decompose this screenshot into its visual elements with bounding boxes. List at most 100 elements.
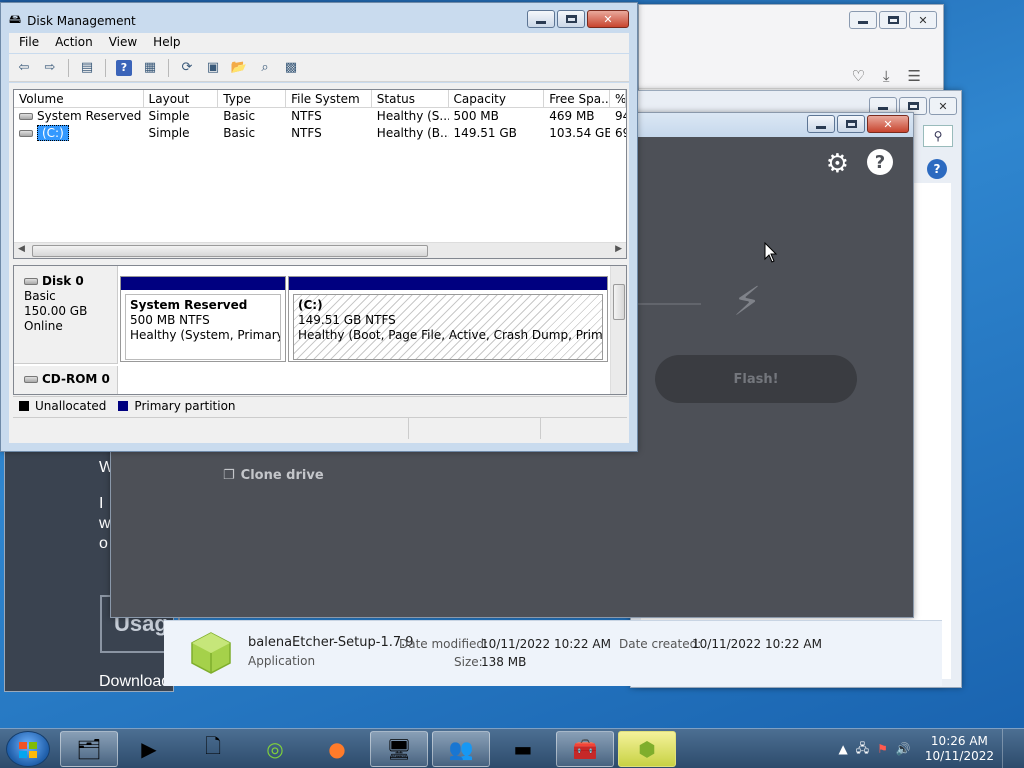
vertical-scrollbar[interactable] — [610, 266, 626, 394]
cell-capacity: 149.51 GB — [453, 126, 517, 140]
show-hidden-icons-icon[interactable]: ▲ — [838, 742, 847, 756]
computer-management-taskbar-button[interactable]: 🖥 — [370, 731, 428, 767]
clone-drive-button[interactable]: ❐ Clone drive — [223, 468, 324, 483]
menu-action[interactable]: Action — [55, 33, 103, 53]
refresh-icon[interactable]: ⟳ — [176, 57, 198, 79]
settings-gear-icon[interactable]: ⚙ — [826, 149, 849, 179]
help-icon[interactable]: ? — [867, 149, 893, 175]
drive-icon — [19, 130, 33, 137]
cdrom-label[interactable]: CD-ROM 0 — [14, 366, 118, 394]
mouse-cursor-icon — [764, 242, 778, 263]
horizontal-scrollbar[interactable]: ◀ ▶ — [14, 242, 626, 258]
pocket-icon[interactable]: ♡ — [851, 67, 864, 85]
disk0-name: Disk 0 — [42, 274, 84, 288]
windows-logo-icon — [19, 742, 37, 758]
toolbar: ⇦ ⇨ ▤ ? ▦ ⟳ ▣ 📂 ⌕ ▩ — [9, 54, 629, 82]
date-modified-label: Date modified: — [399, 637, 489, 651]
date-created-value: 10/11/2022 10:22 AM — [692, 637, 822, 651]
disk0-size: 150.00 GB — [24, 304, 88, 318]
legend: Unallocated Primary partition — [13, 396, 627, 414]
rescan-icon[interactable]: ▣ — [202, 57, 224, 79]
scroll-thumb[interactable] — [613, 284, 625, 320]
table-row[interactable]: (C:) Simple Basic NTFS Healthy (B... 149… — [14, 125, 626, 142]
close-button[interactable]: ✕ — [929, 97, 957, 115]
partition-fs: 149.51 GB NTFS — [298, 313, 396, 327]
details-pane: balenaEtcher-Setup-1.7.9 Application Dat… — [164, 620, 942, 686]
start-button[interactable] — [6, 731, 50, 767]
maximize-button[interactable] — [837, 115, 865, 133]
volume-icon[interactable]: 🔊 — [896, 742, 911, 756]
maximize-button[interactable] — [557, 10, 585, 28]
network-icon[interactable]: 🖧 — [856, 739, 869, 760]
document-icon: 🗋 — [204, 734, 222, 758]
show-hide-tree-icon[interactable]: ▤ — [76, 57, 98, 79]
action-center-icon[interactable]: ⚑ — [877, 742, 888, 756]
clock-date: 10/11/2022 — [924, 749, 994, 763]
explorer-taskbar-button[interactable]: 🗂 — [60, 731, 118, 767]
flash-button[interactable]: Flash! — [655, 355, 857, 403]
help-icon[interactable]: ? — [116, 59, 132, 76]
forward-icon[interactable]: ⇨ — [39, 57, 61, 79]
toolbox-taskbar-button[interactable]: 🧰 — [556, 731, 614, 767]
close-button[interactable]: ✕ — [867, 115, 909, 133]
notepad-taskbar-button[interactable]: 🗋 — [184, 731, 242, 767]
window-title: 🖴 Disk Management — [9, 10, 136, 31]
download-icon[interactable]: ⤓ — [883, 67, 890, 85]
window-title-text: Disk Management — [27, 13, 136, 28]
cell-free: 103.54 GB — [549, 126, 611, 140]
disk-management-window[interactable]: 🖴 Disk Management ✕ File Action View Hel… — [0, 2, 638, 452]
menu-icon[interactable]: ☰ — [908, 67, 921, 85]
show-desktop-button[interactable] — [1002, 729, 1016, 768]
table-row[interactable]: System Reserved Simple Basic NTFS Health… — [14, 108, 626, 125]
menu-file[interactable]: File — [19, 33, 49, 53]
scroll-right-icon[interactable]: ▶ — [615, 244, 622, 254]
volume-list[interactable]: Volume Layout Type File System Status Ca… — [13, 89, 627, 259]
webpage-text-3: w — [99, 515, 111, 532]
close-button[interactable]: ✕ — [587, 10, 629, 28]
media-player-icon: ▶ — [141, 737, 157, 761]
minimize-button[interactable] — [527, 10, 555, 28]
disk0-label[interactable]: Disk 0 Basic 150.00 GB Online — [14, 266, 118, 364]
menu-help[interactable]: Help — [153, 33, 190, 53]
chrome-taskbar-button[interactable]: ◎ — [246, 731, 304, 767]
col-percent-free[interactable]: % — [610, 90, 626, 107]
chrome-icon: ◎ — [266, 737, 284, 761]
search-icon[interactable]: ⚲ — [923, 125, 953, 147]
usb-taskbar-button[interactable]: ▬ — [494, 731, 552, 767]
clock[interactable]: 10:26 AM 10/11/2022 — [925, 734, 994, 764]
dm-caption-buttons: ✕ — [527, 10, 629, 28]
webpage-text-2: I — [99, 495, 104, 512]
help-icon[interactable]: ? — [927, 159, 947, 179]
users-taskbar-button[interactable]: 👥 — [432, 731, 490, 767]
menu-view[interactable]: View — [109, 33, 147, 53]
col-capacity[interactable]: Capacity — [449, 90, 545, 107]
disk-icon — [24, 278, 38, 285]
firefox-taskbar-button[interactable]: ● — [308, 731, 366, 767]
toolbox-icon: 🧰 — [572, 737, 598, 761]
disk-graphical-view[interactable]: Disk 0 Basic 150.00 GB Online System Res… — [13, 265, 627, 395]
search-icon[interactable]: ⌕ — [254, 57, 276, 79]
col-file-system[interactable]: File System — [286, 90, 372, 107]
primary-partition-band — [121, 277, 285, 290]
col-status[interactable]: Status — [372, 90, 449, 107]
scroll-left-icon[interactable]: ◀ — [18, 244, 25, 254]
minimize-button[interactable] — [807, 115, 835, 133]
computer-management-icon: 🖥 — [386, 737, 412, 761]
partition-system-reserved[interactable]: System Reserved 500 MB NTFS Healthy (Sys… — [120, 276, 286, 362]
back-icon[interactable]: ⇦ — [13, 57, 35, 79]
maximize-button[interactable] — [879, 11, 907, 29]
col-type[interactable]: Type — [218, 90, 287, 107]
col-layout[interactable]: Layout — [144, 90, 219, 107]
minimize-button[interactable] — [849, 11, 877, 29]
etcher-taskbar-button[interactable]: ⬢ — [618, 731, 676, 767]
properties-icon[interactable]: ▦ — [139, 57, 161, 79]
open-folder-icon[interactable]: 📂 — [228, 57, 250, 79]
media-player-taskbar-button[interactable]: ▶ — [120, 731, 178, 767]
scroll-thumb[interactable] — [32, 245, 428, 257]
partition-c[interactable]: (C:) 149.51 GB NTFS Healthy (Boot, Page … — [288, 276, 608, 362]
close-button[interactable]: ✕ — [909, 11, 937, 29]
firefox-icon: ● — [328, 737, 346, 761]
col-volume[interactable]: Volume — [14, 90, 144, 107]
col-free-space[interactable]: Free Spa... — [544, 90, 611, 107]
export-icon[interactable]: ▩ — [280, 57, 302, 79]
